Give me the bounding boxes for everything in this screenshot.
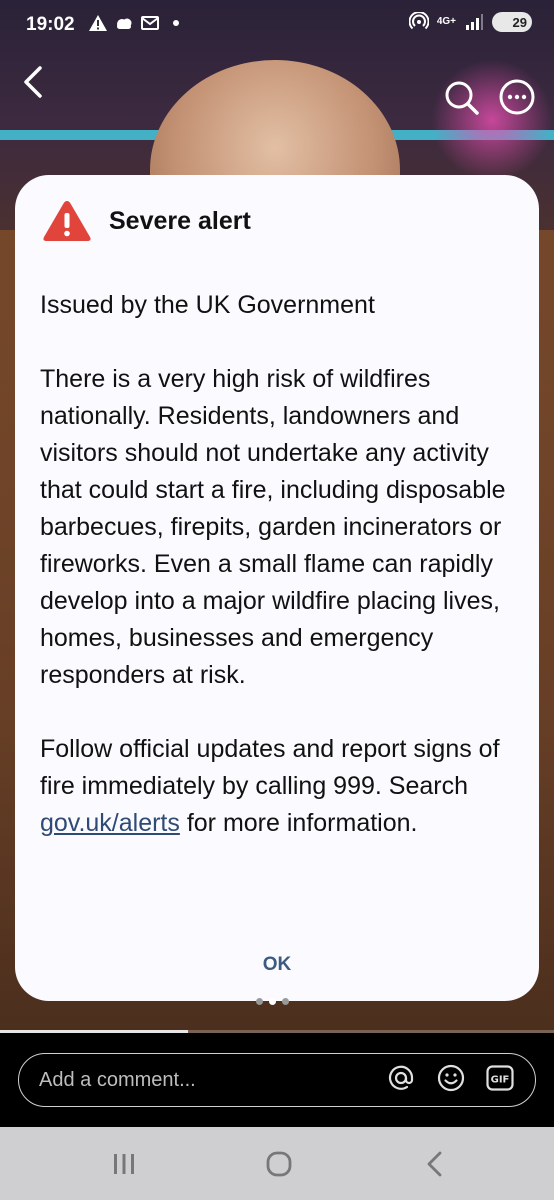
notification-icons (88, 13, 186, 33)
alert-follow-text-end: for more information. (179, 809, 418, 837)
alert-message: There is a very high risk of wildfires n… (40, 365, 506, 689)
alert-follow-up: Follow official updates and report signs… (40, 731, 520, 842)
hotspot-icon (408, 12, 429, 30)
gif-label: GIF (491, 1075, 510, 1086)
warning-notification-icon (89, 15, 107, 31)
alert-body: Issued by the UK Government There is a v… (40, 287, 520, 879)
comment-bar (0, 1033, 554, 1127)
more-icon[interactable] (498, 78, 536, 116)
weather-icon (117, 18, 132, 29)
warning-triangle-icon (43, 201, 91, 241)
signal-icon (466, 14, 483, 30)
page-dot-active (269, 998, 276, 1005)
alert-follow-text: Follow official updates and report signs… (40, 735, 500, 800)
battery-indicator: 29 (492, 12, 532, 32)
network-type: 4G+ (436, 16, 456, 27)
status-time: 19:02 (26, 14, 75, 35)
emoji-icon[interactable] (436, 1063, 466, 1093)
email-icon (141, 16, 159, 30)
page-dot (256, 998, 263, 1005)
home-icon[interactable] (264, 1149, 294, 1179)
dot-icon (173, 20, 179, 26)
search-icon[interactable] (442, 78, 480, 116)
emergency-alert-dialog: Severe alert Issued by the UK Government… (15, 175, 539, 1001)
page-dot (282, 998, 289, 1005)
status-bar: 19:02 4G+ 29 (0, 0, 554, 52)
gif-icon[interactable]: GIF (485, 1063, 515, 1093)
battery-level: 29 (512, 14, 527, 30)
alerts-link[interactable]: gov.uk/alerts (40, 809, 180, 837)
system-navigation-bar (0, 1127, 554, 1200)
alert-title: Severe alert (109, 206, 251, 235)
at-icon[interactable] (386, 1063, 416, 1093)
ok-button[interactable]: OK (235, 947, 319, 983)
page-indicator (256, 998, 289, 1005)
recent-apps-icon[interactable] (109, 1149, 139, 1179)
chevron-left-icon[interactable] (16, 62, 52, 102)
back-icon[interactable] (420, 1149, 450, 1179)
alert-issuer: Issued by the UK Government (40, 291, 375, 319)
system-icons: 4G+ 29 (408, 12, 532, 32)
alert-header: Severe alert (41, 197, 251, 245)
